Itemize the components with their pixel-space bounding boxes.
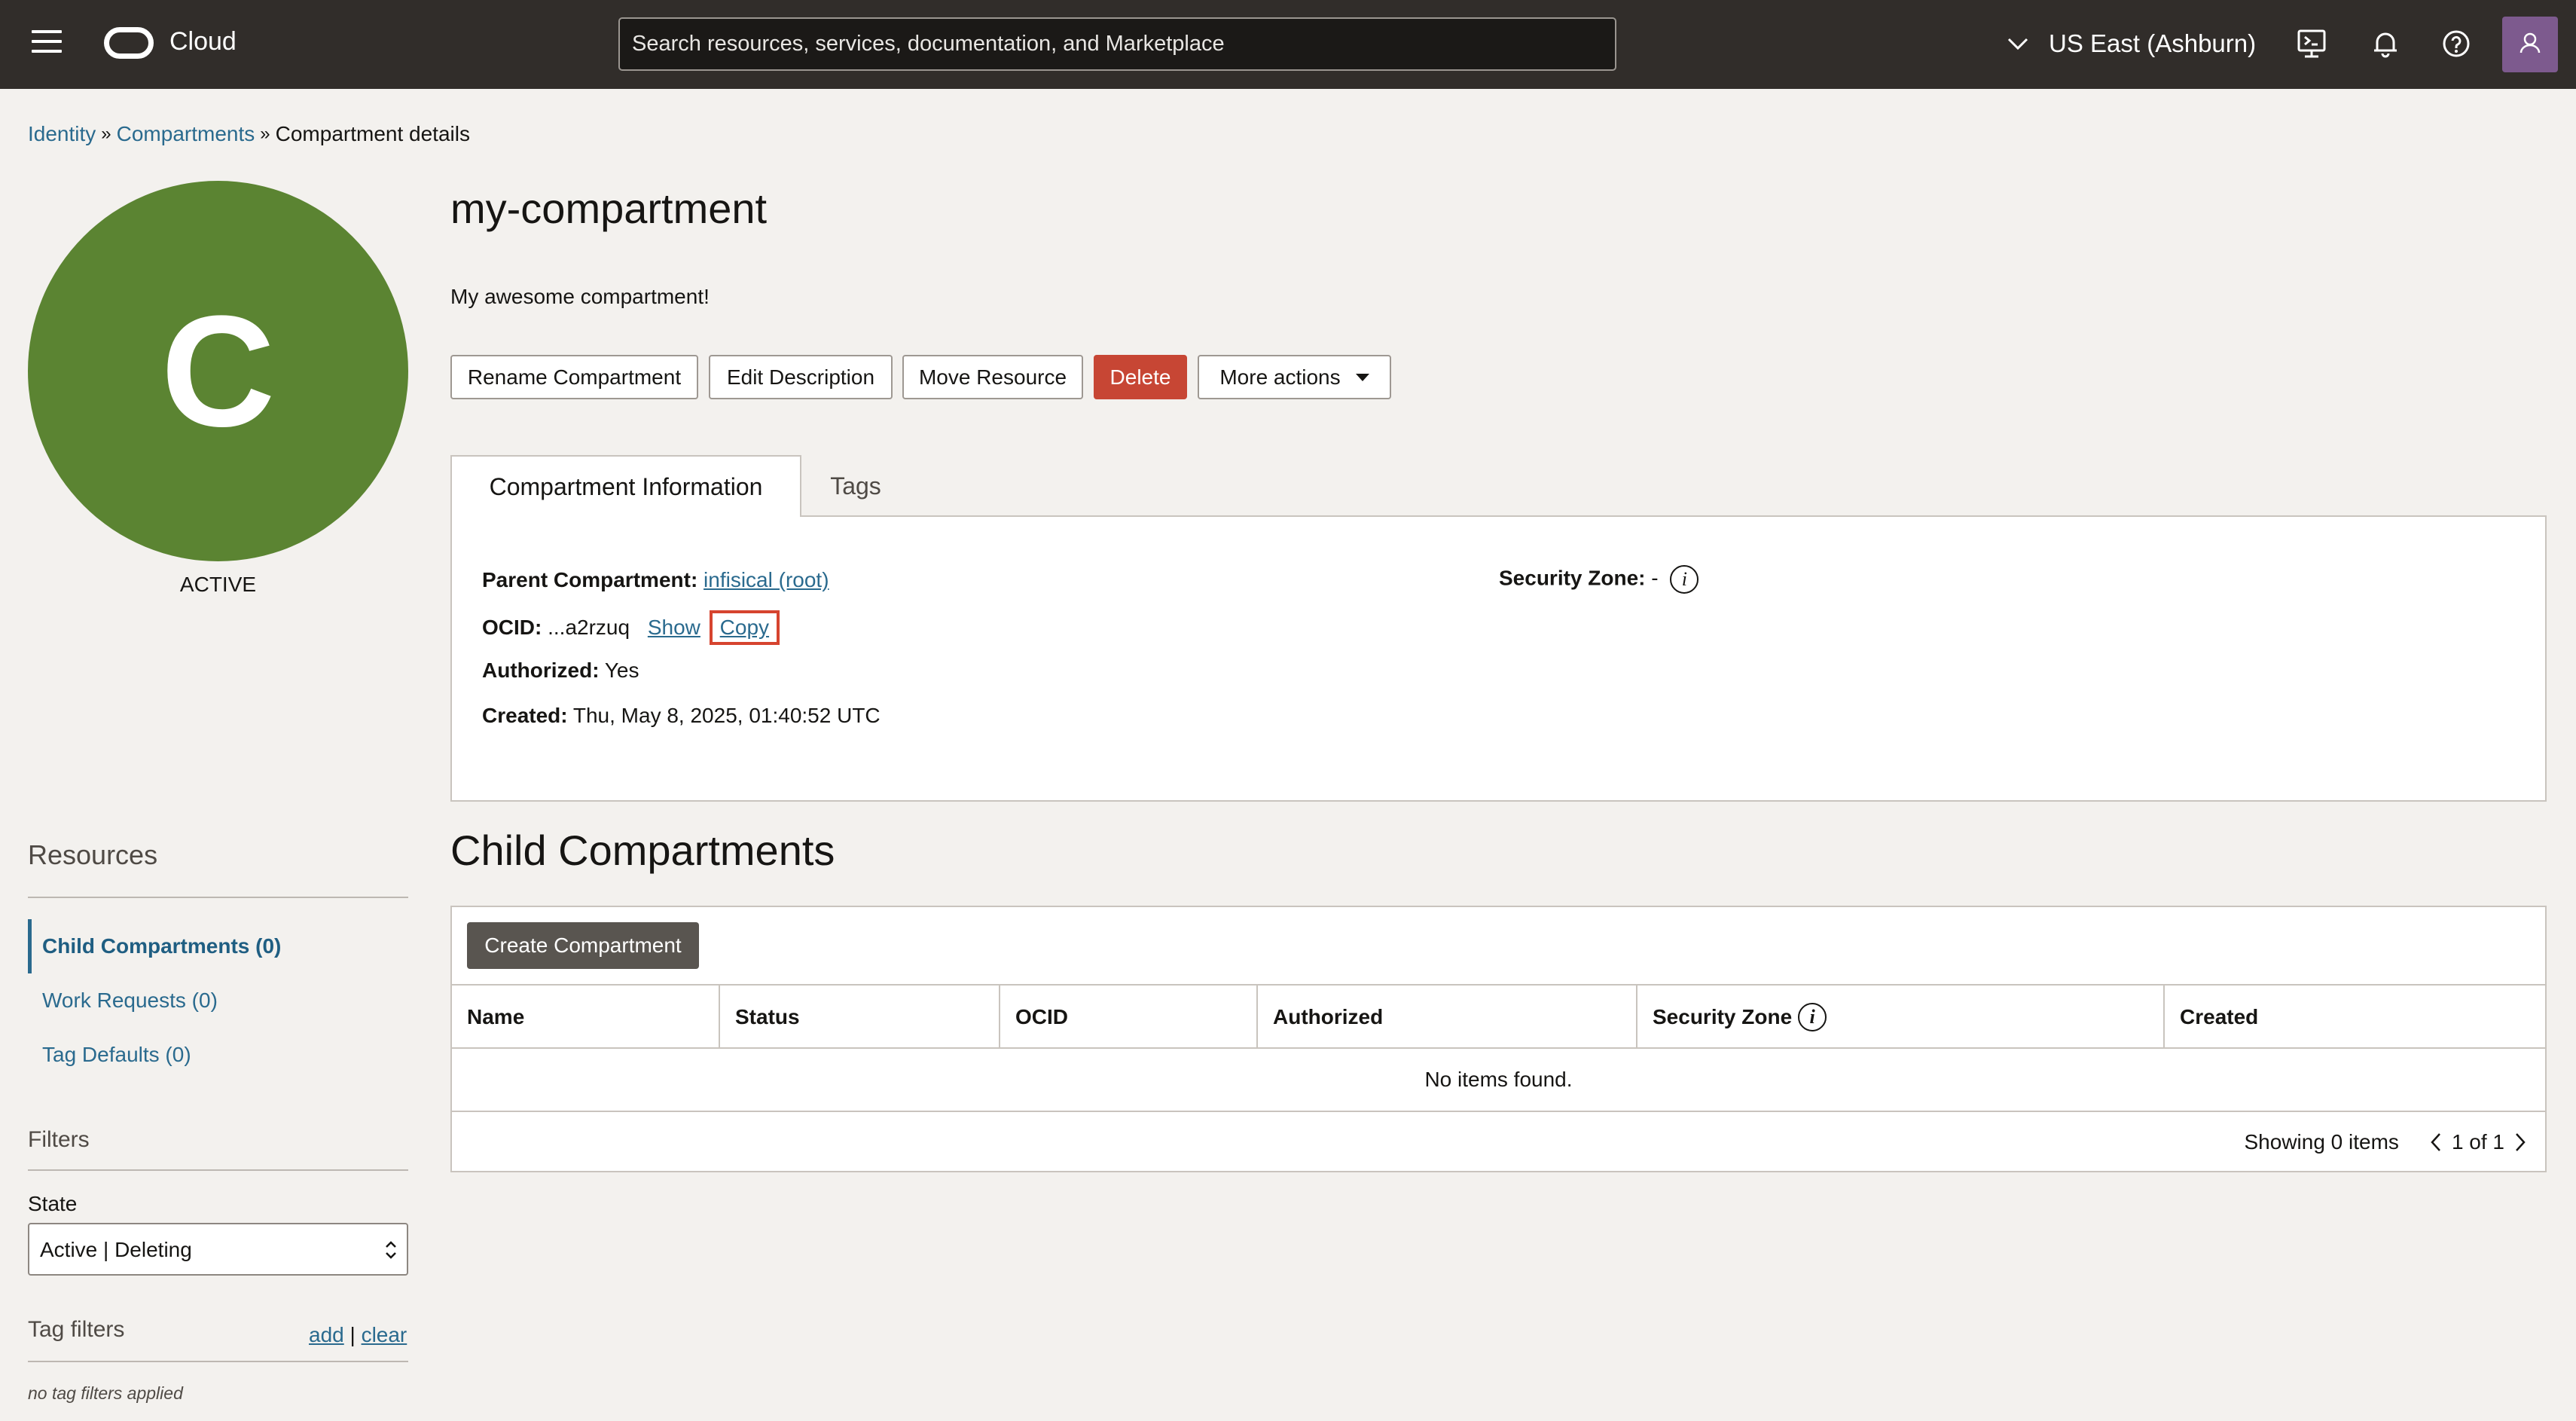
breadcrumb-separator-icon: » — [101, 124, 111, 144]
clear-tag-filter-link[interactable]: clear — [362, 1323, 407, 1346]
compartment-state: ACTIVE — [179, 573, 257, 596]
breadcrumb-identity[interactable]: Identity — [28, 122, 96, 146]
tag-filters-divider — [28, 1361, 408, 1362]
ocid-copy-link[interactable]: Copy — [720, 616, 769, 639]
ocid-label: OCID: — [482, 616, 542, 639]
info-icon[interactable]: i — [1670, 565, 1699, 594]
more-actions-label: More actions — [1219, 365, 1341, 389]
column-header-status[interactable]: Status — [719, 986, 999, 1049]
info-icon[interactable]: i — [1798, 1003, 1827, 1031]
filters-divider — [28, 1169, 408, 1171]
column-header-ocid[interactable]: OCID — [999, 986, 1256, 1049]
rename-compartment-button[interactable]: Rename Compartment — [450, 355, 698, 399]
empty-table-message: No items found. — [452, 1049, 2545, 1112]
showing-items-text: Showing 0 items — [2244, 1130, 2399, 1154]
created-label: Created: — [482, 704, 568, 727]
chevron-left-icon[interactable] — [2426, 1131, 2446, 1154]
security-zone-value: - — [1651, 566, 1659, 590]
pagination: Showing 0 items 1 of 1 — [2245, 1112, 2531, 1172]
breadcrumb-current: Compartment details — [275, 122, 470, 145]
parent-compartment-field: Parent Compartment: infisical (root) — [482, 568, 829, 592]
more-actions-button[interactable]: More actions — [1198, 355, 1391, 399]
bell-icon[interactable] — [2368, 26, 2403, 61]
security-zone-label: Security Zone: — [1499, 566, 1646, 590]
edit-description-button[interactable]: Edit Description — [709, 355, 893, 399]
tag-link-separator: | — [349, 1323, 362, 1346]
chevron-right-icon[interactable] — [2510, 1131, 2530, 1154]
sidebar-item-work-requests[interactable]: Work Requests (0) — [42, 989, 218, 1013]
breadcrumb-compartments[interactable]: Compartments — [117, 122, 255, 146]
chevron-down-icon — [2007, 38, 2028, 50]
created-field: Created: Thu, May 8, 2025, 01:40:52 UTC — [482, 704, 881, 728]
region-label: US East (Ashburn) — [2049, 29, 2257, 57]
page-indicator: 1 of 1 — [2451, 1130, 2504, 1154]
brand-label[interactable]: Cloud — [169, 27, 237, 57]
authorized-field: Authorized: Yes — [482, 659, 639, 683]
user-avatar[interactable] — [2502, 17, 2558, 72]
oracle-logo-icon[interactable] — [104, 27, 154, 59]
column-header-name[interactable]: Name — [452, 986, 719, 1049]
select-updown-icon — [386, 1241, 396, 1259]
help-icon[interactable] — [2439, 26, 2474, 61]
region-selector[interactable]: US East (Ashburn) — [2005, 27, 2256, 60]
tag-filters-heading: Tag filters — [28, 1317, 125, 1342]
delete-button[interactable]: Delete — [1094, 355, 1187, 399]
cloud-shell-icon[interactable] — [2294, 26, 2329, 61]
sidebar-item-child-compartments[interactable]: Child Compartments (0) — [42, 934, 281, 958]
column-header-security-zone[interactable]: Security Zone i — [1636, 986, 2163, 1049]
security-zone-field: Security Zone: - i — [1499, 565, 1699, 594]
compartment-description: My awesome compartment! — [450, 285, 710, 308]
add-tag-filter-link[interactable]: add — [309, 1323, 344, 1346]
page-title: my-compartment — [450, 185, 768, 232]
authorized-label: Authorized: — [482, 659, 600, 682]
ocid-show-link[interactable]: Show — [648, 616, 700, 639]
resources-divider — [28, 897, 408, 898]
user-icon — [2520, 32, 2541, 53]
column-header-authorized[interactable]: Authorized — [1256, 986, 1636, 1049]
create-compartment-button[interactable]: Create Compartment — [467, 922, 699, 969]
column-header-security-zone-label: Security Zone — [1653, 1005, 1793, 1028]
child-compartments-table: Create Compartment Name Status OCID Auth… — [450, 906, 2547, 1172]
created-value: Thu, May 8, 2025, 01:40:52 UTC — [572, 704, 881, 727]
hamburger-menu-icon[interactable] — [32, 30, 62, 57]
filters-heading: Filters — [28, 1127, 90, 1152]
caret-down-icon — [1355, 373, 1369, 381]
ocid-copy-highlight: Copy — [709, 610, 780, 645]
ocid-field: OCID: ...a2rzuq Show Copy — [482, 610, 780, 645]
authorized-value: Yes — [604, 659, 639, 682]
state-filter-select[interactable]: Active | Deleting — [28, 1223, 408, 1276]
parent-compartment-link[interactable]: infisical (root) — [704, 568, 829, 591]
tag-filter-links: add | clear — [309, 1323, 407, 1347]
ocid-value: ...a2rzuq — [548, 616, 630, 639]
column-header-created[interactable]: Created — [2163, 986, 2545, 1049]
compartment-avatar: C — [28, 181, 408, 561]
table-header: Name Status OCID Authorized Security Zon… — [452, 984, 2545, 1049]
move-resource-button[interactable]: Move Resource — [902, 355, 1083, 399]
top-bar: Cloud US East (Ashburn) — [0, 0, 2576, 89]
tab-tags[interactable]: Tags — [801, 455, 910, 517]
no-tag-filters-text: no tag filters applied — [28, 1383, 183, 1403]
parent-compartment-label: Parent Compartment: — [482, 568, 698, 591]
search-input[interactable] — [618, 17, 1616, 71]
breadcrumb-separator-icon: » — [260, 124, 270, 144]
state-filter-label: State — [28, 1192, 78, 1215]
sidebar-item-tag-defaults[interactable]: Tag Defaults (0) — [42, 1043, 191, 1067]
breadcrumb: Identity » Compartments » Compartment de… — [28, 122, 470, 146]
compartment-avatar-letter: C — [160, 282, 276, 460]
resources-heading: Resources — [28, 839, 158, 870]
compartment-information-panel: Parent Compartment: infisical (root) OCI… — [450, 515, 2547, 802]
active-indicator — [28, 919, 32, 973]
state-filter-value: Active | Deleting — [40, 1238, 192, 1261]
tab-compartment-information[interactable]: Compartment Information — [450, 455, 801, 517]
child-compartments-title: Child Compartments — [450, 827, 835, 874]
